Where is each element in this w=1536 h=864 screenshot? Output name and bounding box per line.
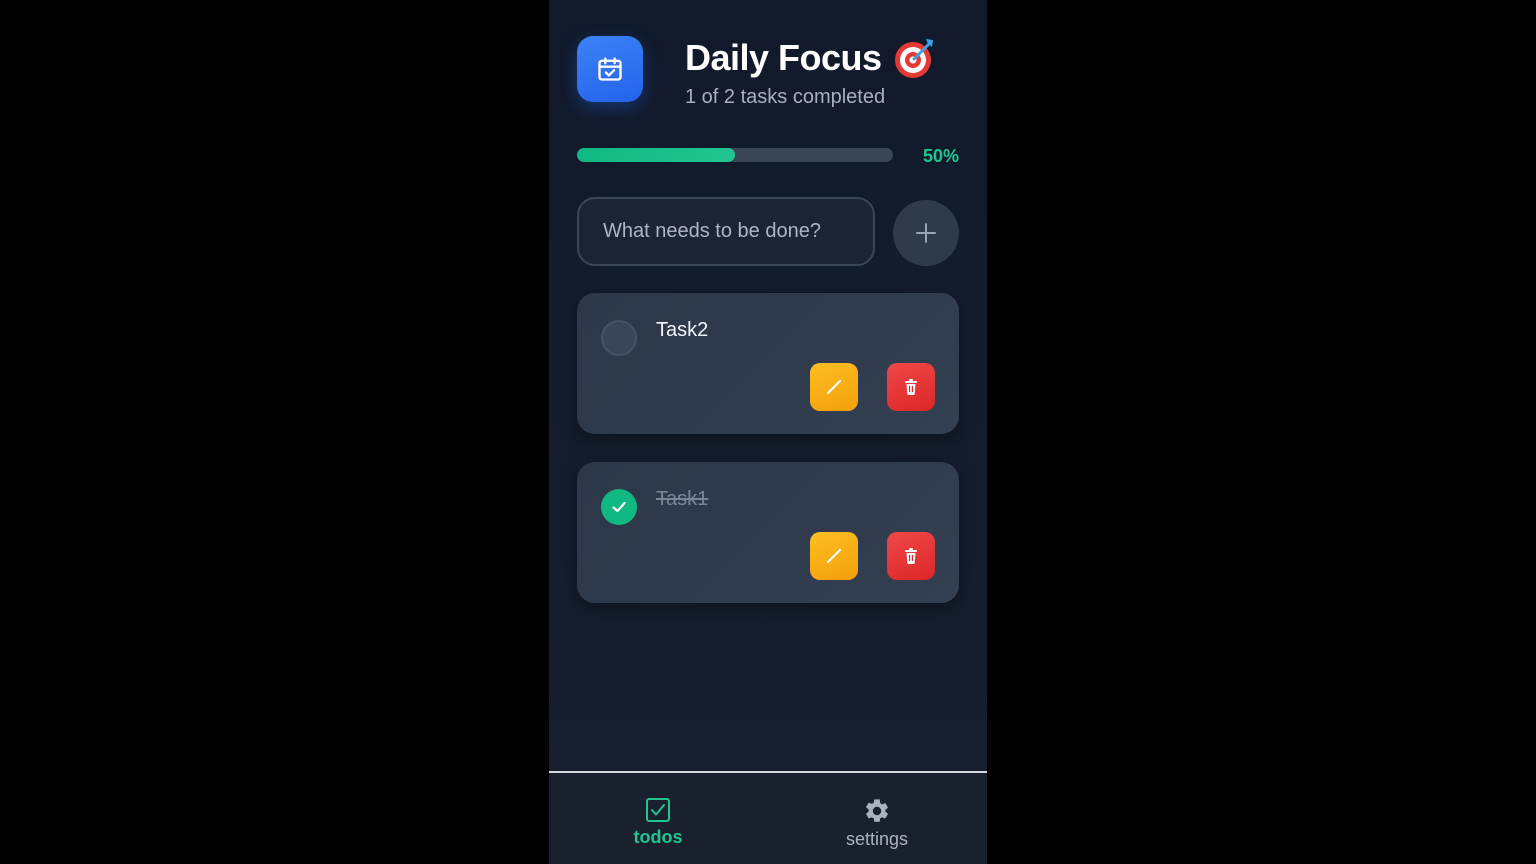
trash-icon [905, 379, 917, 396]
app-screen: Daily Focus 1 of 2 tasks completed 50% W… [549, 0, 987, 864]
bottom-nav: todos settings [549, 771, 987, 864]
pencil-icon [826, 379, 842, 395]
nav-tab-settings[interactable]: settings [802, 797, 952, 850]
page-title: Daily Focus [685, 37, 882, 78]
task-label: Task2 [656, 319, 709, 341]
new-task-input[interactable]: What needs to be done? [577, 197, 875, 266]
gear-icon [866, 799, 888, 822]
edit-task-button[interactable] [810, 532, 858, 580]
pencil-icon [826, 548, 842, 564]
title-row: Daily Focus [685, 36, 936, 80]
check-icon [612, 501, 626, 513]
progress-percent: 50% [922, 146, 959, 166]
nav-label-settings: settings [845, 829, 909, 849]
target-icon [892, 36, 936, 80]
delete-task-button[interactable] [887, 363, 935, 411]
nav-tab-todos[interactable]: todos [583, 797, 733, 848]
checkbox-icon [646, 798, 670, 822]
task-label: Task1 [656, 488, 709, 510]
task-card: Task2 [577, 293, 959, 434]
new-task-placeholder: What needs to be done? [603, 220, 821, 242]
delete-task-button[interactable] [887, 532, 935, 580]
calendar-check-icon [577, 36, 643, 102]
progress-bar [577, 148, 893, 162]
progress-fill [577, 148, 735, 162]
header: Daily Focus 1 of 2 tasks completed [577, 36, 959, 116]
task-card: Task1 [577, 462, 959, 603]
trash-icon [905, 548, 917, 565]
plus-icon [916, 223, 936, 243]
task-checkbox-unchecked[interactable] [601, 320, 637, 356]
completion-summary: 1 of 2 tasks completed [685, 86, 886, 108]
edit-task-button[interactable] [810, 363, 858, 411]
add-task-button[interactable] [893, 200, 959, 266]
nav-label-todos: todos [633, 827, 683, 847]
task-checkbox-checked[interactable] [601, 489, 637, 525]
